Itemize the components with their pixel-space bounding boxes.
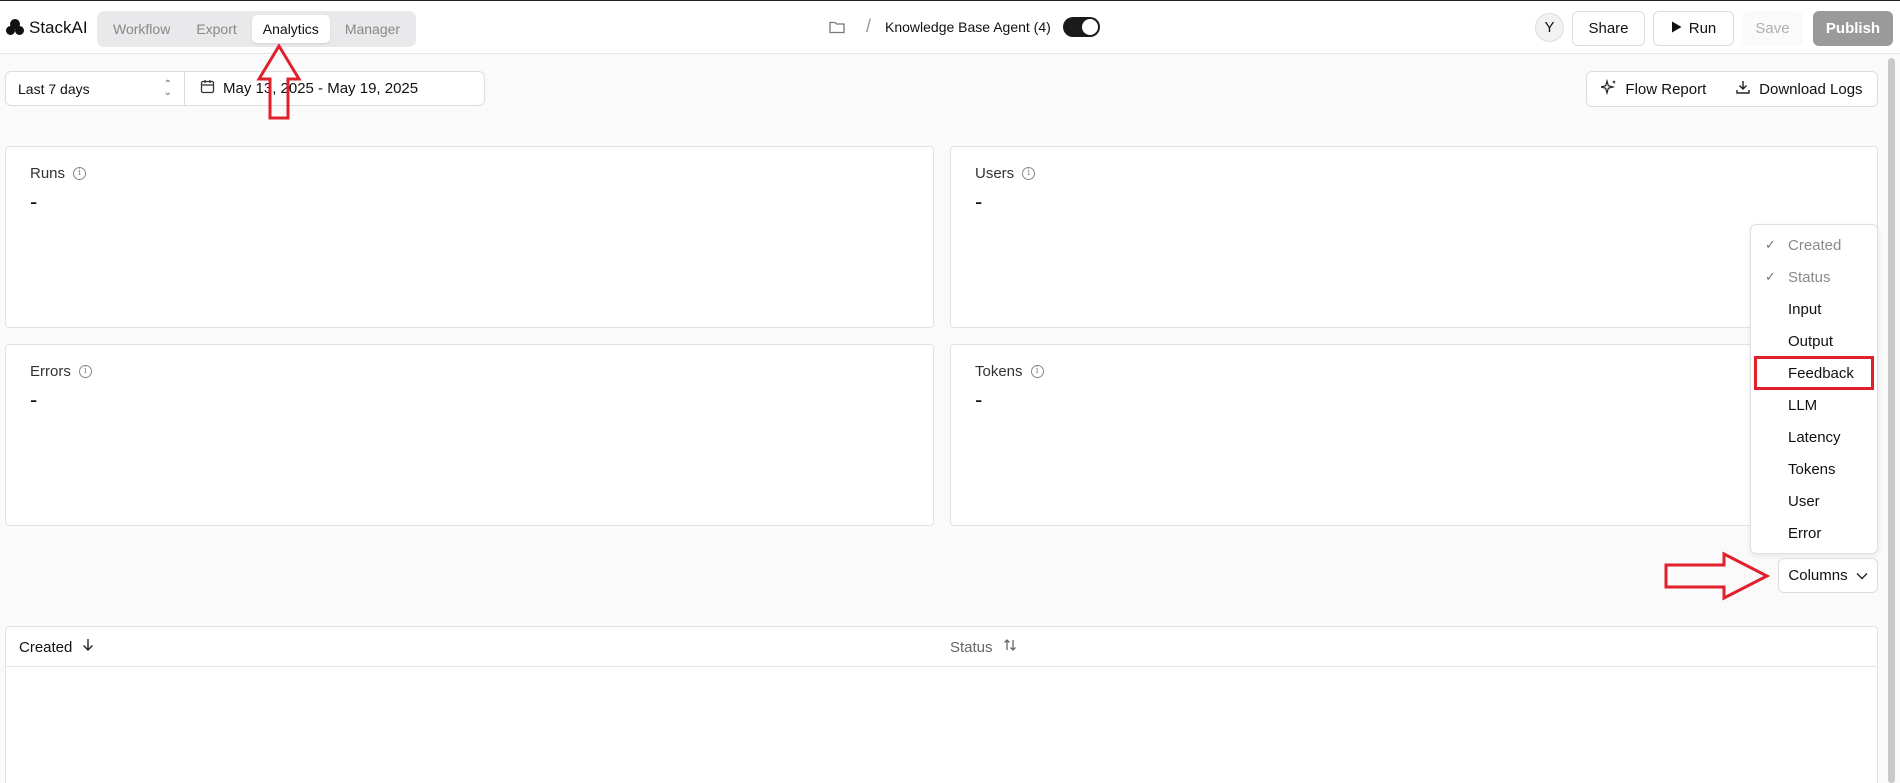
errors-value: -: [30, 387, 38, 412]
tokens-label: Tokens: [975, 363, 1023, 380]
menu-item-user[interactable]: User: [1751, 485, 1877, 517]
menu-item-label: Status: [1788, 268, 1831, 286]
columns-button[interactable]: Columns: [1778, 558, 1878, 593]
menu-item-label: Error: [1788, 524, 1822, 542]
table-header: Created Status: [6, 627, 1877, 667]
brand[interactable]: StackAI: [6, 18, 88, 38]
date-range-select-value: Last 7 days: [18, 80, 90, 97]
publish-label: Publish: [1825, 20, 1881, 37]
tokens-card: Tokens i -: [950, 344, 1878, 526]
chevron-up-down-icon: ⌃ ⌄: [163, 79, 172, 98]
top-header: StackAI Workflow Export Analytics Manage…: [0, 0, 1900, 54]
info-icon[interactable]: i: [78, 365, 92, 378]
menu-item-label: User: [1788, 492, 1820, 510]
users-label: Users: [975, 165, 1015, 182]
share-button[interactable]: Share: [1572, 11, 1645, 46]
report-actions: Flow Report Download Logs: [1586, 71, 1878, 107]
tokens-value: -: [975, 387, 983, 412]
calendar-icon: [200, 79, 215, 98]
menu-item-status[interactable]: ✓ Status: [1751, 261, 1877, 293]
agent-toggle[interactable]: [1062, 16, 1100, 37]
info-icon[interactable]: i: [1022, 167, 1036, 180]
menu-item-label: Latency: [1788, 428, 1841, 446]
agent-name[interactable]: Knowledge Base Agent (4): [885, 19, 1051, 35]
breadcrumb-separator: /: [866, 16, 872, 36]
download-icon: [1735, 79, 1751, 99]
flow-report-label: Flow Report: [1625, 80, 1707, 98]
tab-manager[interactable]: Manager: [334, 15, 411, 43]
tab-workflow[interactable]: Workflow: [102, 15, 181, 43]
info-icon[interactable]: i: [1030, 365, 1044, 378]
annotation-right-arrow-icon: [1664, 551, 1770, 601]
chevron-down-icon: [1856, 567, 1868, 584]
tab-analytics[interactable]: Analytics: [251, 15, 330, 43]
page-scrollbar[interactable]: [1886, 54, 1900, 783]
menu-item-label: Input: [1788, 300, 1822, 318]
runs-value: -: [30, 189, 38, 214]
menu-item-created[interactable]: ✓ Created: [1751, 229, 1877, 261]
menu-item-latency[interactable]: Latency: [1751, 421, 1877, 453]
column-header-status[interactable]: Status: [950, 638, 1017, 656]
menu-item-label: LLM: [1788, 396, 1818, 414]
play-icon: [1671, 20, 1682, 37]
check-icon: ✓: [1765, 237, 1776, 252]
main-tabs: Workflow Export Analytics Manager: [97, 11, 417, 47]
users-card: Users i -: [950, 146, 1878, 328]
share-label: Share: [1588, 20, 1629, 37]
save-label: Save: [1755, 20, 1790, 37]
avatar[interactable]: Y: [1535, 13, 1564, 42]
flow-report-button[interactable]: Flow Report: [1599, 78, 1707, 99]
tab-export[interactable]: Export: [185, 15, 247, 43]
errors-label: Errors: [30, 363, 71, 380]
agent-breadcrumb: / Knowledge Base Agent (4): [828, 16, 1100, 37]
sparkles-icon: [1599, 78, 1617, 99]
column-header-created[interactable]: Created: [19, 638, 94, 656]
download-logs-label: Download Logs: [1759, 80, 1863, 98]
run-button[interactable]: Run: [1653, 11, 1734, 46]
check-icon: ✓: [1765, 269, 1776, 284]
publish-button[interactable]: Publish: [1813, 11, 1893, 46]
columns-label: Columns: [1788, 567, 1848, 584]
date-picker[interactable]: May 13, 2025 - May 19, 2025: [184, 71, 485, 106]
menu-item-input[interactable]: Input: [1751, 293, 1877, 325]
download-logs-button[interactable]: Download Logs: [1735, 79, 1863, 99]
run-label: Run: [1688, 20, 1717, 37]
menu-item-label: Tokens: [1788, 460, 1836, 478]
folder-icon[interactable]: [828, 18, 846, 36]
menu-item-label: Output: [1788, 332, 1834, 350]
logs-table: Created Status: [5, 626, 1878, 783]
column-header-label: Created: [19, 638, 73, 656]
scrollbar-thumb[interactable]: [1888, 58, 1895, 783]
arrow-down-icon: [82, 638, 94, 656]
stackai-logo-icon: [6, 19, 24, 37]
menu-item-llm[interactable]: LLM: [1751, 389, 1877, 421]
feedback-highlight-box: [1754, 356, 1874, 390]
errors-card: Errors i -: [5, 344, 934, 526]
runs-label: Runs: [30, 165, 66, 182]
menu-item-label: Created: [1788, 236, 1842, 254]
sort-arrows-icon: [1003, 638, 1017, 656]
runs-card: Runs i -: [5, 146, 934, 328]
menu-item-output[interactable]: Output: [1751, 325, 1877, 357]
menu-item-error[interactable]: Error: [1751, 517, 1877, 549]
menu-item-tokens[interactable]: Tokens: [1751, 453, 1877, 485]
save-button[interactable]: Save: [1742, 11, 1803, 46]
date-picker-value: May 13, 2025 - May 19, 2025: [223, 80, 419, 97]
users-value: -: [975, 189, 983, 214]
brand-name: StackAI: [29, 18, 88, 37]
date-range-select[interactable]: Last 7 days ⌃ ⌄: [5, 71, 185, 106]
column-header-label: Status: [950, 638, 993, 656]
info-icon[interactable]: i: [73, 167, 87, 180]
